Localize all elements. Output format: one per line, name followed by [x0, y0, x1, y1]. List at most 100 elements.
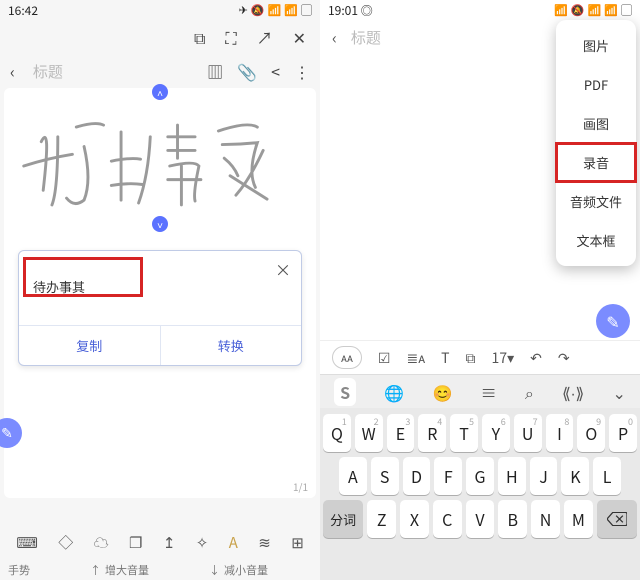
status-time: 16:42 — [8, 2, 38, 19]
status-icons: 📶🔕📶📶▢ — [554, 2, 632, 18]
ime-logo[interactable]: S — [334, 378, 356, 406]
selection-handle-bottom[interactable]: ˅ — [152, 216, 168, 232]
key-x[interactable]: X — [400, 500, 429, 538]
kbd-row-3: 分词ZXCVBNM — [323, 500, 637, 538]
key-r[interactable]: 4R — [418, 414, 446, 452]
text-format-icon[interactable]: T — [441, 348, 449, 368]
crop-icon[interactable]: ⧉ — [194, 25, 205, 49]
back-button[interactable]: ‹ — [10, 59, 15, 83]
share-icon[interactable]: < — [271, 59, 280, 83]
menu-item-audio-record[interactable]: 录音 — [556, 143, 636, 182]
format-toolbar: ᴀᴀ ☑ ≣ᴀ T ⧉ 17▾ ↶ ↷ — [320, 340, 640, 374]
key-p[interactable]: 0P — [609, 414, 637, 452]
key-j[interactable]: J — [530, 457, 558, 495]
open-external-icon[interactable]: ↗ — [257, 25, 273, 49]
menu-item-pdf[interactable]: PDF — [556, 65, 636, 104]
emoji-icon[interactable]: 😊 — [432, 380, 452, 404]
key-m[interactable]: M — [564, 500, 593, 538]
key-backspace[interactable] — [597, 500, 637, 538]
volume-down-hint: ↓ 减小音量 — [209, 562, 268, 578]
close-icon[interactable]: ✕ — [293, 25, 306, 49]
volume-up-hint: ↑ 增大音量 — [90, 562, 149, 578]
globe-icon[interactable]: 🌐 — [384, 380, 404, 404]
cloud-icon[interactable]: ☁ — [94, 532, 109, 553]
recognition-close-icon[interactable]: × — [275, 257, 291, 281]
key-d[interactable]: D — [403, 457, 431, 495]
copy-button[interactable]: 复制 — [19, 326, 160, 365]
note-header: ‹ 标题 ▥ 📎 < ⋮ — [0, 54, 320, 88]
handwriting-canvas[interactable]: ˄ ˅ 待办事其 × 复制 转换 — [4, 88, 316, 498]
key-u[interactable]: 7U — [514, 414, 542, 452]
back-button[interactable]: ‹ — [332, 25, 337, 49]
key-e[interactable]: 3E — [387, 414, 415, 452]
insert-block-icon[interactable]: ⧉ — [466, 348, 476, 368]
highlight-rect — [23, 257, 143, 297]
key-h[interactable]: H — [498, 457, 526, 495]
expand-icon[interactable]: ⛶ — [225, 25, 236, 49]
key-i[interactable]: 8I — [546, 414, 574, 452]
font-size-dropdown[interactable]: 17▾ — [492, 348, 515, 368]
font-pill[interactable]: ᴀᴀ — [332, 346, 362, 369]
key-a[interactable]: A — [339, 457, 367, 495]
ime-suggestion-bar: S 🌐 😊 ≡ ⌕ ⟪∙⟫ ⌄ — [320, 374, 640, 408]
key-y[interactable]: 6Y — [482, 414, 510, 452]
recognition-card: 待办事其 × 复制 转换 — [18, 250, 302, 366]
key-b[interactable]: B — [498, 500, 527, 538]
menu-item-image[interactable]: 图片 — [556, 26, 636, 65]
undo-icon[interactable]: ↶ — [530, 348, 542, 368]
bottom-toolbar: ⌨ ◇ ☁ ❐ ↥ ✧ A ≋ ⊞ — [0, 524, 320, 560]
kbd-row-1: 1Q2W3E4R5T6Y7U8I9O0P — [323, 414, 637, 452]
key-k[interactable]: K — [561, 457, 589, 495]
insert-menu: 图片 PDF 画图 录音 音频文件 文本框 — [556, 20, 636, 266]
handwriting-strokes — [14, 106, 306, 226]
checklist-icon[interactable]: ☑ — [378, 348, 391, 368]
key-t[interactable]: 5T — [450, 414, 478, 452]
key-g[interactable]: G — [466, 457, 494, 495]
menu-icon[interactable]: ≡ — [481, 380, 497, 404]
pen-fab[interactable]: ✎ — [0, 418, 22, 448]
pen-fab[interactable]: ✎ — [596, 304, 630, 338]
menu-item-drawing[interactable]: 画图 — [556, 104, 636, 143]
text-style-icon[interactable]: ≣ᴀ — [406, 348, 425, 368]
keyboard-icon[interactable]: ⌨ — [16, 532, 38, 553]
weibo-icon: ◎ — [361, 2, 373, 19]
window-controls: ⧉ ⛶ ↗ ✕ — [0, 20, 320, 54]
key-w[interactable]: 2W — [355, 414, 383, 452]
key-z[interactable]: Z — [367, 500, 396, 538]
key-f[interactable]: F — [434, 457, 462, 495]
status-icons: ✈🔕📶📶▢ — [239, 2, 312, 18]
key-o[interactable]: 9O — [577, 414, 605, 452]
title-placeholder[interactable]: 标题 — [351, 27, 381, 48]
search-icon[interactable]: ⌕ — [525, 380, 534, 404]
key-c[interactable]: C — [433, 500, 462, 538]
convert-button[interactable]: 转换 — [160, 326, 302, 365]
menu-item-audio-file[interactable]: 音频文件 — [556, 182, 636, 221]
grid-icon[interactable]: ⊞ — [291, 532, 304, 553]
key-s[interactable]: S — [371, 457, 399, 495]
kbd-row-2: ASDFGHJKL — [323, 457, 637, 495]
keyboard: 1Q2W3E4R5T6Y7U8I9O0P ASDFGHJKL 分词ZXCVBNM — [320, 408, 640, 580]
layers-icon[interactable]: ❐ — [129, 532, 142, 553]
key-n[interactable]: N — [531, 500, 560, 538]
key-segment[interactable]: 分词 — [323, 500, 363, 538]
menu-item-textbox[interactable]: 文本框 — [556, 221, 636, 260]
gesture-hints: 手势 ↑ 增大音量 ↓ 减小音量 — [0, 560, 320, 580]
title-placeholder[interactable]: 标题 — [33, 61, 63, 82]
reader-panel-icon[interactable]: ▥ — [207, 59, 223, 83]
status-bar: 19:01 ◎ 📶🔕📶📶▢ — [320, 0, 640, 20]
key-v[interactable]: V — [466, 500, 495, 538]
eraser-icon[interactable]: ◇ — [58, 532, 73, 553]
attach-icon[interactable]: 📎 — [237, 59, 257, 83]
redo-icon[interactable]: ↷ — [558, 348, 570, 368]
key-l[interactable]: L — [593, 457, 621, 495]
key-q[interactable]: 1Q — [323, 414, 351, 452]
more-icon[interactable]: ⋮ — [294, 59, 310, 83]
align-icon[interactable]: ↥ — [163, 532, 176, 553]
selection-handle-top[interactable]: ˄ — [152, 84, 168, 100]
collapse-icon[interactable]: ⌄ — [612, 380, 625, 404]
voice-icon[interactable]: ⟪∙⟫ — [562, 380, 584, 404]
gesture-label: 手势 — [8, 562, 30, 578]
pen-style-icon[interactable]: A — [229, 532, 238, 553]
flow-icon[interactable]: ≋ — [258, 532, 271, 553]
wand-icon[interactable]: ✧ — [196, 532, 209, 553]
